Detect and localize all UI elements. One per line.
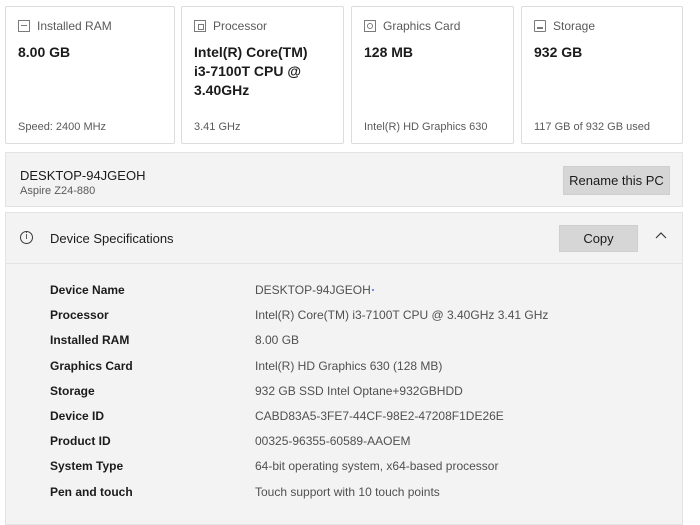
ram-icon	[18, 20, 30, 32]
pc-name: DESKTOP-94JGEOH	[20, 168, 146, 183]
processor-icon	[194, 20, 206, 32]
spec-value: CABD83A5-3FE7-44CF-98E2-47208F1DE26E	[255, 408, 504, 423]
device-specifications-panel: i Device Specifications Copy Device Name…	[5, 212, 683, 525]
spec-value: 00325-96355-60589-AAOEM	[255, 434, 411, 449]
card-value: 8.00 GB	[18, 44, 71, 60]
spec-value: DESKTOP-94JGEOH	[255, 283, 371, 297]
card-label: Processor	[213, 19, 268, 33]
card-label: Graphics Card	[383, 19, 461, 33]
spec-key: Pen and touch	[50, 484, 133, 499]
chevron-up-icon[interactable]	[654, 229, 668, 243]
rename-pc-button[interactable]: Rename this PC	[563, 166, 670, 195]
spec-value: Intel(R) HD Graphics 630 (128 MB)	[255, 358, 443, 373]
card-subtext: Speed: 2400 MHz	[18, 121, 107, 133]
card-label: Storage	[553, 19, 596, 33]
card-value: 128 MB	[364, 44, 414, 60]
card-processor: Processor Intel(R) Core(TM) i3-7100T CPU…	[181, 6, 344, 144]
card-value: Intel(R) Core(TM) i3-7100T CPU @ 3.40GHz	[194, 44, 308, 98]
spec-key: Installed RAM	[50, 333, 130, 348]
spec-value: Intel(R) Core(TM) i3-7100T CPU @ 3.40GHz…	[255, 308, 549, 323]
card-installed-ram: Installed RAM 8.00 GB Speed: 2400 MHz	[5, 6, 175, 144]
spec-key: Device ID	[50, 408, 105, 423]
spec-key: Processor	[50, 308, 109, 323]
pc-model: Aspire Z24-880	[20, 185, 96, 197]
spec-key: System Type	[50, 459, 124, 474]
spec-value: 8.00 GB	[255, 333, 300, 348]
copy-button[interactable]: Copy	[559, 225, 638, 252]
card-label: Installed RAM	[37, 19, 112, 33]
spec-value: 932 GB SSD Intel Optane+932GBHDD	[255, 383, 463, 398]
spec-key: Device Name	[50, 283, 125, 297]
card-storage: Storage 932 GB 117 GB of 932 GB used	[521, 6, 683, 144]
card-graphics-card: Graphics Card 128 MB Intel(R) HD Graphic…	[351, 6, 514, 144]
spec-key: Product ID	[50, 434, 111, 449]
spec-value: 64-bit operating system, x64-based proce…	[255, 459, 499, 474]
section-title: Device Specifications	[50, 231, 174, 246]
summary-cards: Installed RAM 8.00 GB Speed: 2400 MHz Pr…	[5, 6, 683, 146]
spec-key: Storage	[50, 383, 95, 398]
info-icon: i	[20, 231, 33, 244]
card-subtext: 117 GB of 932 GB used	[534, 121, 650, 133]
card-subtext: Intel(R) HD Graphics 630	[364, 121, 488, 133]
graphics-card-icon	[364, 20, 376, 32]
pc-name-bar: DESKTOP-94JGEOH Aspire Z24-880 Rename th…	[5, 152, 683, 207]
card-value: 932 GB	[534, 44, 583, 60]
cursor-dot	[372, 289, 374, 291]
device-specifications-header[interactable]: i Device Specifications Copy	[6, 213, 682, 264]
card-subtext: 3.41 GHz	[194, 121, 241, 133]
spec-key: Graphics Card	[50, 358, 133, 373]
storage-icon	[534, 20, 546, 32]
spec-value: Touch support with 10 touch points	[255, 484, 440, 499]
